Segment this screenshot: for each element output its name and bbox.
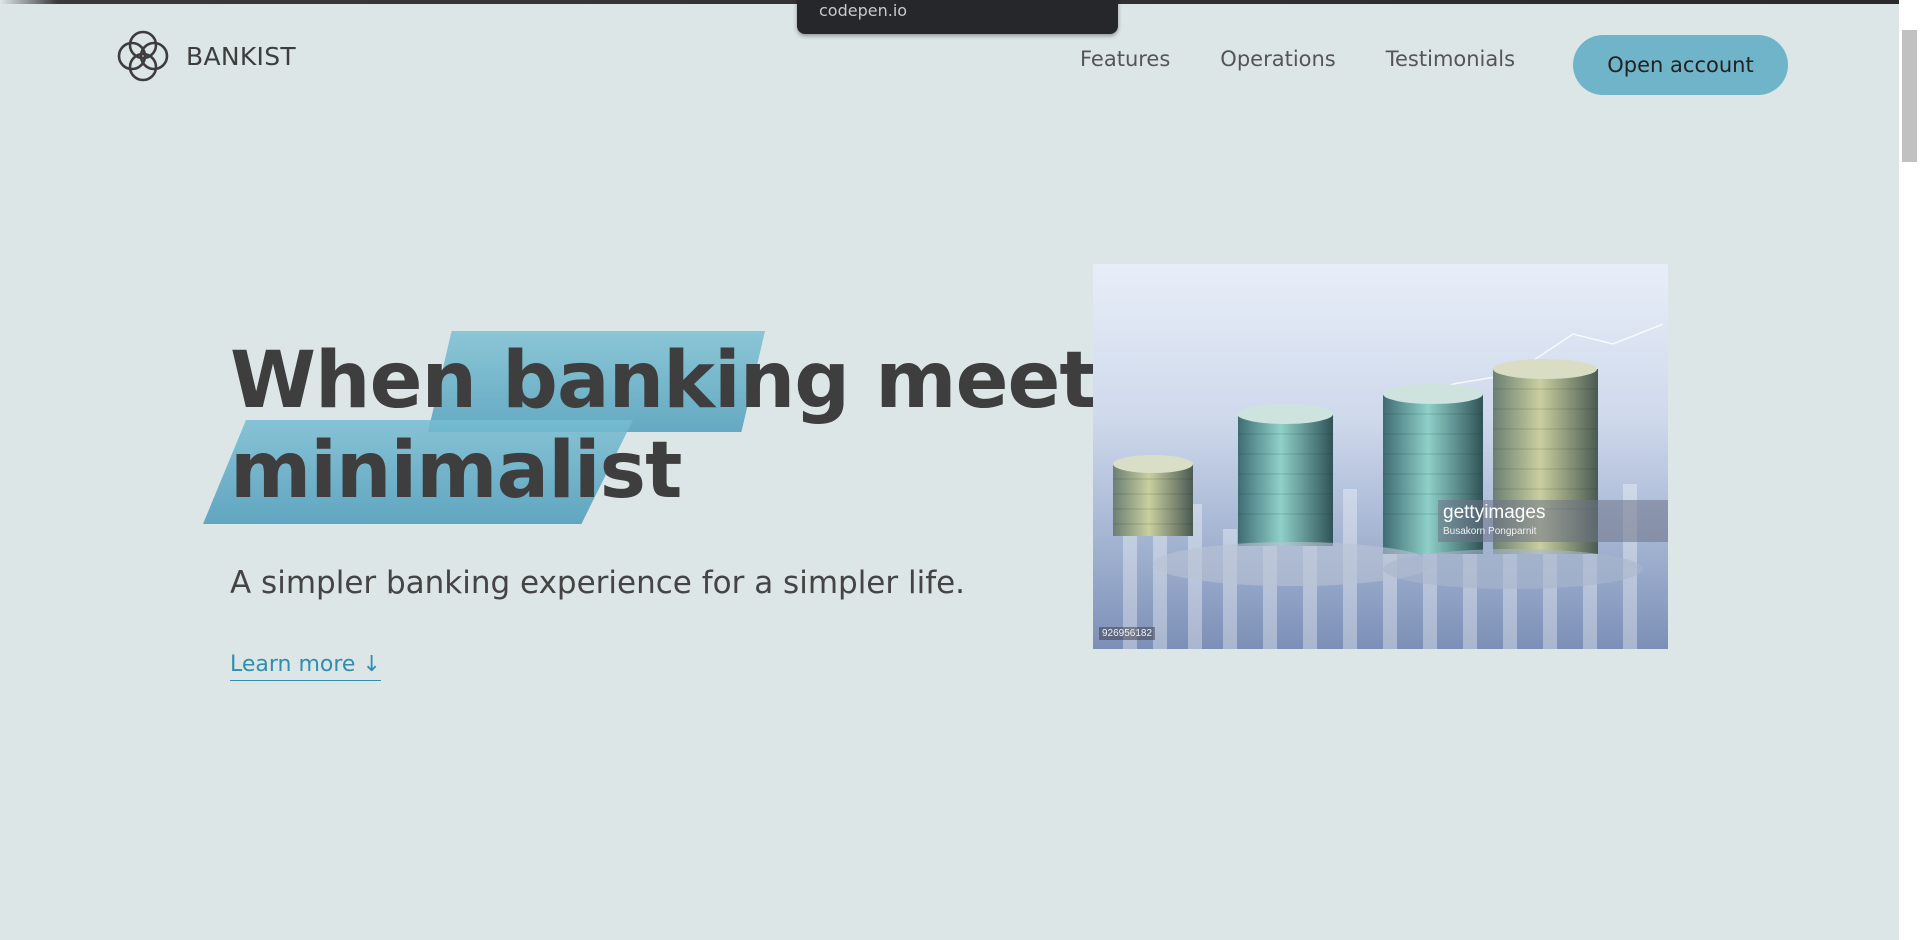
headline-when: When <box>230 336 503 426</box>
vertical-scrollbar[interactable] <box>1899 0 1920 940</box>
brand-logo[interactable]: BANKIST <box>114 27 296 85</box>
nav-link-testimonials[interactable]: Testimonials <box>1386 47 1515 71</box>
getty-watermark-credit: Busakorn Pongparnit <box>1443 526 1537 537</box>
url-tooltip-text: codepen.io <box>819 1 908 20</box>
getty-watermark-brand: gettyimages <box>1443 502 1546 523</box>
nav-link-features[interactable]: Features <box>1080 47 1170 71</box>
hero-coins-image: gettyimages Busakorn Pongparnit 92695618… <box>1093 264 1668 649</box>
open-account-button[interactable]: Open account <box>1573 35 1788 95</box>
url-tooltip: codepen.io <box>797 0 1118 34</box>
four-interlocking-circles-icon <box>117 30 169 82</box>
hero-headline: When banking meets minimalist <box>230 336 1142 516</box>
nav-link-operations[interactable]: Operations <box>1220 47 1335 71</box>
scrollbar-thumb[interactable] <box>1902 30 1917 162</box>
headline-minimalist: minimalist <box>230 426 682 516</box>
main-nav: Features Operations Testimonials <box>1080 47 1515 71</box>
hero-subtitle: A simpler banking experience for a simpl… <box>230 565 966 601</box>
brand-name: BANKIST <box>186 41 296 71</box>
headline-banking: banking <box>502 336 850 426</box>
learn-more-link[interactable]: Learn more ↓ <box>230 652 381 681</box>
getty-image-id: 926956182 <box>1099 627 1156 640</box>
